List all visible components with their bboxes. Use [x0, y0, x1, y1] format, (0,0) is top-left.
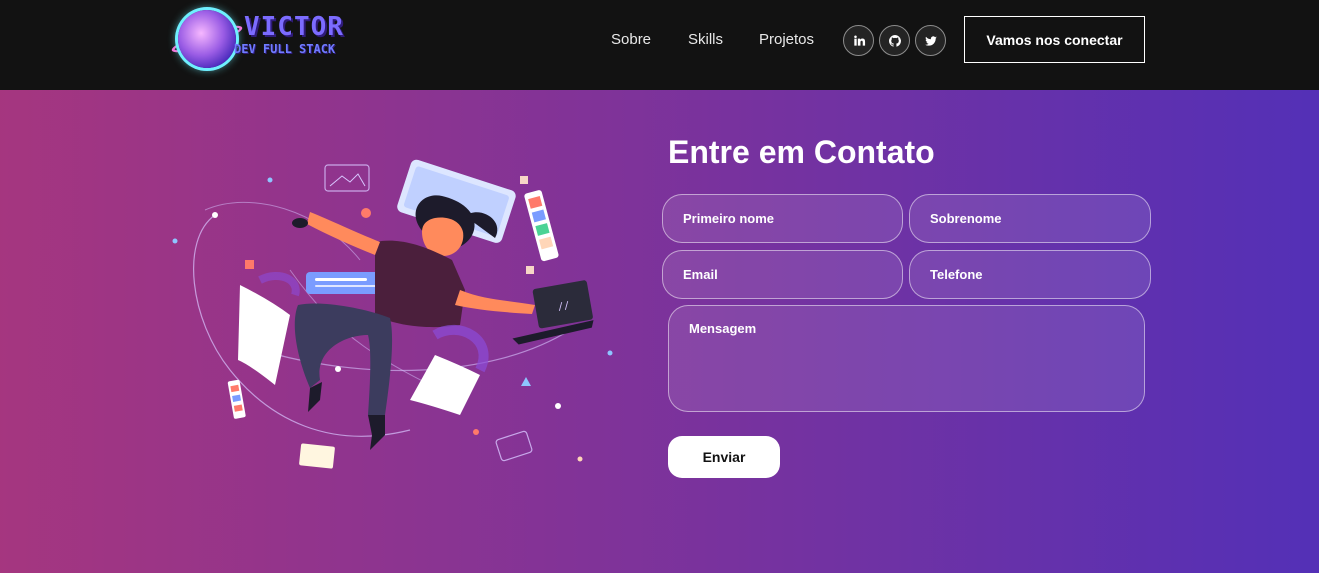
twitter-icon[interactable] [915, 25, 946, 56]
send-button[interactable]: Enviar [668, 436, 780, 478]
developer-illustration: // [172, 159, 613, 469]
github-icon[interactable] [879, 25, 910, 56]
email-input[interactable] [662, 250, 903, 299]
message-textarea[interactable] [668, 305, 1145, 412]
brand-title: VICTOR [244, 12, 344, 42]
last-name-input[interactable] [909, 194, 1151, 243]
brand-subtitle: DEV FULL STACK [234, 42, 336, 56]
first-name-input[interactable] [662, 194, 903, 243]
nav-link-skills[interactable]: Skills [688, 31, 723, 48]
contact-title: Entre em Contato [668, 134, 935, 170]
phone-input[interactable] [909, 250, 1151, 299]
brand-logo[interactable]: VICTOR DEV FULL STACK [169, 8, 356, 70]
linkedin-icon[interactable] [843, 25, 874, 56]
nav-link-sobre[interactable]: Sobre [611, 31, 651, 48]
svg-text://: // [557, 300, 571, 313]
navbar: VICTOR DEV FULL STACK Sobre Skills Proje… [0, 0, 1319, 90]
nav-link-projetos[interactable]: Projetos [759, 31, 814, 48]
contact-section: // Entre em Contato Enviar [0, 90, 1319, 573]
planet-icon [178, 10, 236, 68]
connect-button[interactable]: Vamos nos conectar [964, 16, 1145, 63]
